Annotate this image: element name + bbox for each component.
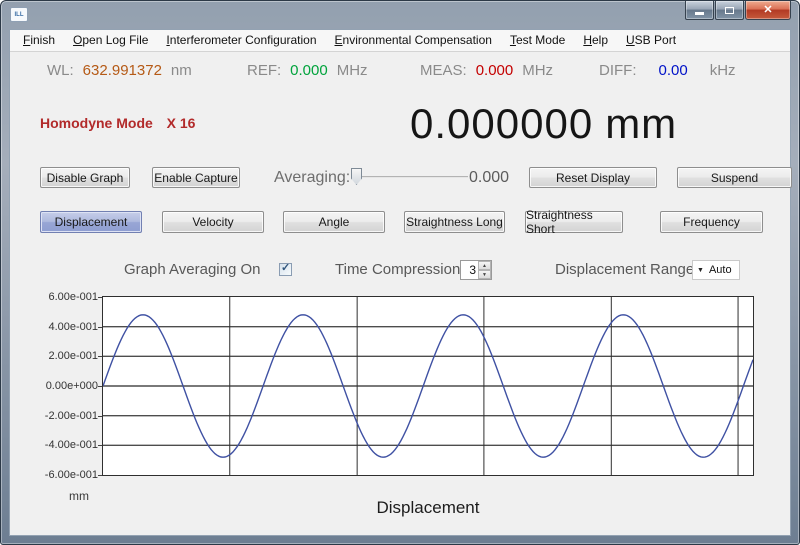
tab-frequency[interactable]: Frequency bbox=[660, 211, 763, 233]
chart-caption: Displacement bbox=[376, 498, 480, 517]
main-display: 0.000000 mm bbox=[410, 100, 677, 148]
title-bar[interactable]: ILL ✕ bbox=[1, 1, 799, 29]
menu-item-test-mode[interactable]: Test Mode bbox=[501, 30, 574, 51]
minimize-button[interactable] bbox=[685, 1, 714, 20]
maximize-button[interactable] bbox=[715, 1, 744, 20]
reading-value: 632.991372 bbox=[82, 62, 162, 79]
menu-item-environmental-compensation[interactable]: Environmental Compensation bbox=[326, 30, 501, 51]
caption-buttons: ✕ bbox=[685, 1, 791, 20]
main-display-unit: mm bbox=[605, 100, 678, 147]
tab-velocity[interactable]: Velocity bbox=[162, 211, 264, 233]
averaging-slider-thumb[interactable] bbox=[351, 168, 362, 185]
graph-averaging-label: Graph Averaging On bbox=[124, 261, 261, 278]
tab-straightness-long[interactable]: Straightness Long bbox=[404, 211, 505, 233]
y-axis-labels: 6.00e-001 4.00e-001 2.00e-001 0.00e+000 -2.0… bbox=[34, 291, 103, 481]
reading-meas: MEAS: 0.000 MHz bbox=[420, 62, 553, 84]
reading-wl: WL: 632.991372 nm bbox=[47, 62, 192, 84]
reading-label: MEAS: bbox=[420, 62, 467, 79]
client-area: Finish Open Log File Interferometer Config… bbox=[9, 29, 792, 536]
chevron-down-icon: ▼ bbox=[697, 266, 704, 274]
suspend-button[interactable]: Suspend bbox=[677, 167, 792, 188]
y-tick-label: 2.00e-001 bbox=[34, 349, 103, 363]
mode-label: Homodyne Mode bbox=[40, 115, 153, 131]
reading-unit: kHz bbox=[709, 62, 736, 79]
menu-item-usb-port[interactable]: USB Port bbox=[617, 30, 685, 51]
spinner-arrows: ▲ ▼ bbox=[478, 261, 491, 279]
displacement-range-value: Auto bbox=[708, 264, 732, 276]
averaging-value: 0.000 bbox=[469, 169, 510, 186]
menu-item-open-log-file[interactable]: Open Log File bbox=[64, 30, 157, 51]
minimize-icon bbox=[695, 12, 704, 15]
waveform-plot bbox=[102, 296, 754, 476]
reset-display-button[interactable]: Reset Display bbox=[529, 167, 657, 188]
reading-label: WL: bbox=[47, 62, 74, 79]
reading-value: 0.000 bbox=[475, 62, 514, 79]
spin-up-button[interactable]: ▲ bbox=[478, 261, 491, 270]
check-mark: ✓ bbox=[281, 262, 291, 274]
y-tick-label: 4.00e-001 bbox=[34, 320, 103, 334]
y-tick-label: -4.00e-001 bbox=[34, 438, 103, 452]
reading-value: 0.00 bbox=[658, 62, 688, 79]
tab-straightness-short[interactable]: Straightness Short bbox=[525, 208, 623, 236]
menu-item-interferometer-configuration[interactable]: Interferometer Configuration bbox=[157, 30, 325, 51]
reading-label: DIFF: bbox=[599, 62, 637, 79]
reading-value: 0.000 bbox=[290, 62, 328, 79]
reading-diff: DIFF: 0.00 kHz bbox=[599, 62, 736, 84]
spin-down-button[interactable]: ▼ bbox=[478, 270, 491, 279]
menu-item-help[interactable]: Help bbox=[574, 30, 617, 51]
menubar: Finish Open Log File Interferometer Config… bbox=[10, 30, 790, 52]
displacement-range-dropdown[interactable]: ▼ Auto bbox=[692, 260, 740, 280]
averaging-slider-track[interactable] bbox=[354, 176, 468, 178]
reading-ref: REF: 0.000 MHz bbox=[247, 62, 368, 84]
app-window: ILL ✕ Finish Open Log File Interferometer … bbox=[0, 0, 800, 545]
waveform-svg bbox=[103, 297, 753, 475]
main-display-value: 0.000000 bbox=[410, 100, 594, 147]
app-icon: ILL bbox=[10, 7, 28, 22]
reading-label: REF: bbox=[247, 62, 282, 79]
mode-indicator: Homodyne Mode X 16 bbox=[40, 115, 195, 131]
close-icon: ✕ bbox=[763, 3, 773, 16]
y-tick-label: 0.00e+000 bbox=[34, 379, 103, 393]
y-tick-label: -6.00e-001 bbox=[34, 468, 103, 482]
y-tick-label: -2.00e-001 bbox=[34, 409, 103, 423]
tab-angle[interactable]: Angle bbox=[283, 211, 385, 233]
reading-unit: MHz bbox=[336, 62, 368, 79]
time-compression-label: Time Compression bbox=[335, 261, 461, 278]
y-axis-unit: mm bbox=[69, 489, 89, 503]
tab-displacement[interactable]: Displacement bbox=[40, 211, 142, 233]
close-button[interactable]: ✕ bbox=[745, 1, 791, 20]
disable-graph-button[interactable]: Disable Graph bbox=[40, 167, 130, 188]
reading-unit: nm bbox=[170, 62, 192, 79]
graph-averaging-checkbox[interactable]: ✓ bbox=[279, 262, 292, 276]
menu-item-finish[interactable]: Finish bbox=[14, 30, 64, 51]
chevron-down-icon: ▼ bbox=[482, 271, 487, 278]
maximize-icon bbox=[725, 6, 734, 14]
chevron-up-icon: ▲ bbox=[482, 262, 487, 269]
enable-capture-button[interactable]: Enable Capture bbox=[152, 167, 240, 188]
reading-unit: MHz bbox=[522, 62, 554, 79]
displacement-range-label: Displacement Range bbox=[555, 261, 695, 278]
time-compression-spinner[interactable]: 3 ▲ ▼ bbox=[460, 260, 492, 280]
time-compression-value[interactable]: 3 bbox=[461, 261, 478, 279]
averaging-label: Averaging: bbox=[274, 169, 351, 186]
mode-multiplier: X 16 bbox=[166, 115, 196, 131]
y-tick-label: 6.00e-001 bbox=[34, 290, 103, 304]
